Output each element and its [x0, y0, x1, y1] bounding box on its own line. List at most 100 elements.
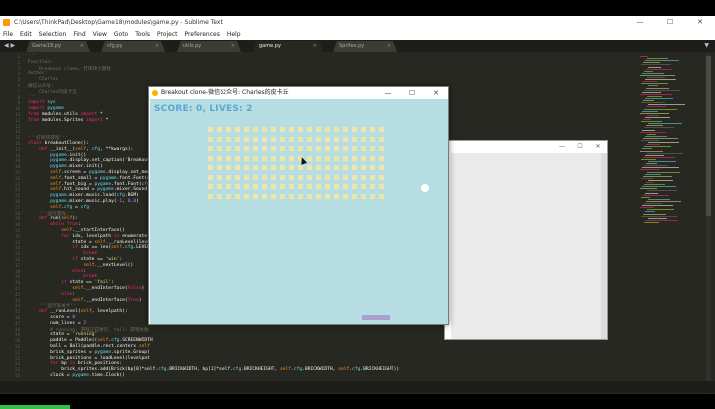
brick — [343, 184, 348, 189]
line-number: 48 — [15, 326, 20, 332]
minimap-line — [648, 66, 661, 68]
brick — [325, 184, 330, 189]
tab-game[interactable]: game.py × — [253, 41, 323, 52]
minimap-line — [645, 60, 679, 62]
minimap-line — [643, 119, 651, 120]
menu-edit[interactable]: Edit — [20, 29, 32, 40]
maximize-icon[interactable]: ☐ — [571, 141, 589, 153]
menu-file[interactable]: File — [3, 29, 13, 40]
brick — [244, 174, 249, 180]
maximize-icon[interactable]: ☐ — [655, 16, 685, 29]
scrollbar-thumb[interactable] — [706, 56, 711, 216]
minimap-line — [644, 221, 659, 223]
brick — [325, 127, 330, 132]
tab-game18[interactable]: Game18.py × — [26, 41, 90, 52]
menu-find[interactable]: Find — [73, 29, 85, 40]
brick — [226, 127, 231, 132]
minimap-line — [646, 68, 672, 70]
brick — [262, 155, 267, 161]
game-canvas[interactable]: SCORE: 0, LIVES: 2 — [150, 99, 448, 324]
code-line: for idx, levelpath in enumerate( — [61, 233, 150, 239]
brick — [235, 146, 240, 151]
brick — [352, 136, 357, 142]
brick — [379, 155, 384, 161]
brick — [253, 165, 258, 170]
brick — [352, 127, 357, 132]
vertical-scrollbar[interactable] — [706, 54, 711, 394]
maximize-icon[interactable]: ☐ — [400, 87, 424, 99]
brick — [253, 193, 258, 199]
minimap[interactable] — [640, 56, 690, 226]
line-number: 42 — [15, 291, 20, 297]
minimap-line — [641, 158, 656, 160]
brick — [253, 127, 258, 132]
second-game-window[interactable]: — ☐ ✕ — [444, 140, 608, 340]
minimize-icon[interactable]: — — [376, 87, 400, 99]
breakout-game-window[interactable]: Breakout clone-微信公众号: Charles的皮卡丘 — ☐ ✕ … — [148, 86, 449, 325]
brick — [325, 165, 330, 170]
brick — [370, 155, 375, 161]
tab-cfg[interactable]: cfg.py × — [101, 41, 165, 52]
brick — [289, 193, 294, 199]
menu-selection[interactable]: Selection — [39, 29, 67, 40]
minimap-line — [648, 104, 685, 106]
tab-sprites[interactable]: Sprites.py × — [333, 41, 397, 52]
brick — [235, 155, 240, 161]
brick — [217, 165, 222, 170]
brick — [271, 174, 276, 180]
tab-close-icon[interactable]: × — [80, 41, 84, 52]
brick — [334, 165, 339, 170]
menu-goto[interactable]: Goto — [114, 29, 128, 40]
line-number: 23 — [15, 181, 20, 187]
brick — [325, 136, 330, 142]
menu-preferences[interactable]: Preferences — [185, 29, 220, 40]
brick — [352, 146, 357, 151]
minimap-line — [644, 108, 677, 110]
minimize-icon[interactable]: — — [625, 16, 655, 29]
close-icon[interactable]: ✕ — [424, 87, 448, 99]
brick — [316, 155, 321, 161]
second-window-scrollbar[interactable] — [601, 153, 607, 339]
brick — [262, 193, 267, 199]
line-number: 5 — [17, 77, 20, 83]
close-icon[interactable]: ✕ — [685, 16, 715, 29]
brick — [379, 165, 384, 170]
brick — [307, 165, 312, 170]
code-line: import pygame — [28, 106, 64, 112]
tab-nav-arrows-icon[interactable]: ◀ ▶ — [4, 40, 15, 52]
brick — [208, 127, 213, 132]
score-lives-text: SCORE: 0, LIVES: 2 — [154, 104, 253, 114]
code-line: pygame.display.set_caption('Breakout — [50, 158, 150, 164]
code-line: from modules.utils import * — [28, 112, 103, 117]
paddle[interactable] — [362, 315, 390, 320]
brick — [280, 184, 285, 189]
minimap-line — [648, 198, 670, 200]
brick — [217, 155, 222, 161]
menu-tools[interactable]: Tools — [135, 29, 150, 40]
code-line: Function: — [28, 59, 53, 65]
line-number: 16 — [15, 141, 20, 146]
brick — [226, 165, 231, 170]
tab-close-icon[interactable]: × — [387, 41, 391, 52]
tab-close-icon[interactable]: × — [313, 41, 317, 52]
minimap-line — [645, 98, 673, 99]
taskbar-progress-indicator — [0, 405, 70, 409]
brick — [343, 193, 348, 199]
tab-dropdown-icon[interactable]: ▼ — [704, 40, 709, 52]
minimap-line — [641, 83, 668, 85]
menu-help[interactable]: Help — [227, 29, 241, 40]
tab-close-icon[interactable]: × — [155, 41, 159, 52]
minimap-line — [643, 81, 657, 83]
minimize-icon[interactable]: — — [553, 141, 571, 153]
tab-close-icon[interactable]: × — [231, 41, 235, 52]
brick — [298, 193, 303, 199]
menu-project[interactable]: Project — [157, 29, 178, 40]
line-number-gutter: 1 2 3 4 5 6 7 8 9 10 11 12 13 14 15 16 17 18 19 20 21 22 23 24 2… — [0, 54, 24, 394]
line-number: 6 — [17, 83, 20, 88]
close-icon[interactable]: ✕ — [589, 141, 607, 153]
menu-view[interactable]: View — [93, 29, 107, 40]
line-number: 10 — [15, 106, 20, 112]
brick — [379, 184, 384, 189]
brick — [325, 174, 330, 180]
tab-utils[interactable]: utils.py × — [177, 41, 241, 52]
